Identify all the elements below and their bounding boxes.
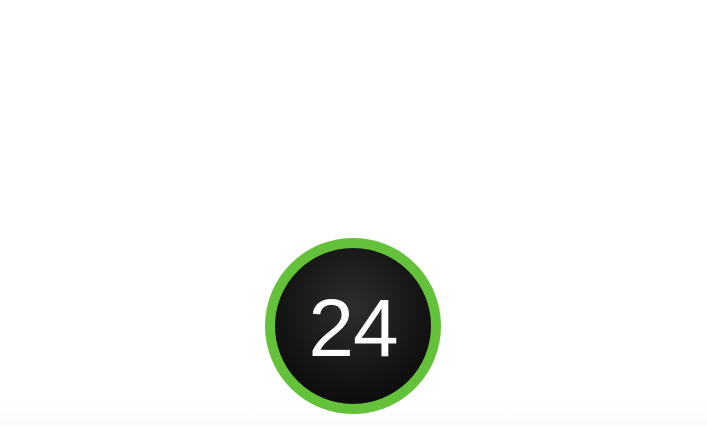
blank-canvas: 24: [0, 0, 707, 426]
count-badge-button[interactable]: 24: [265, 238, 441, 414]
badge-count: 24: [308, 283, 398, 374]
